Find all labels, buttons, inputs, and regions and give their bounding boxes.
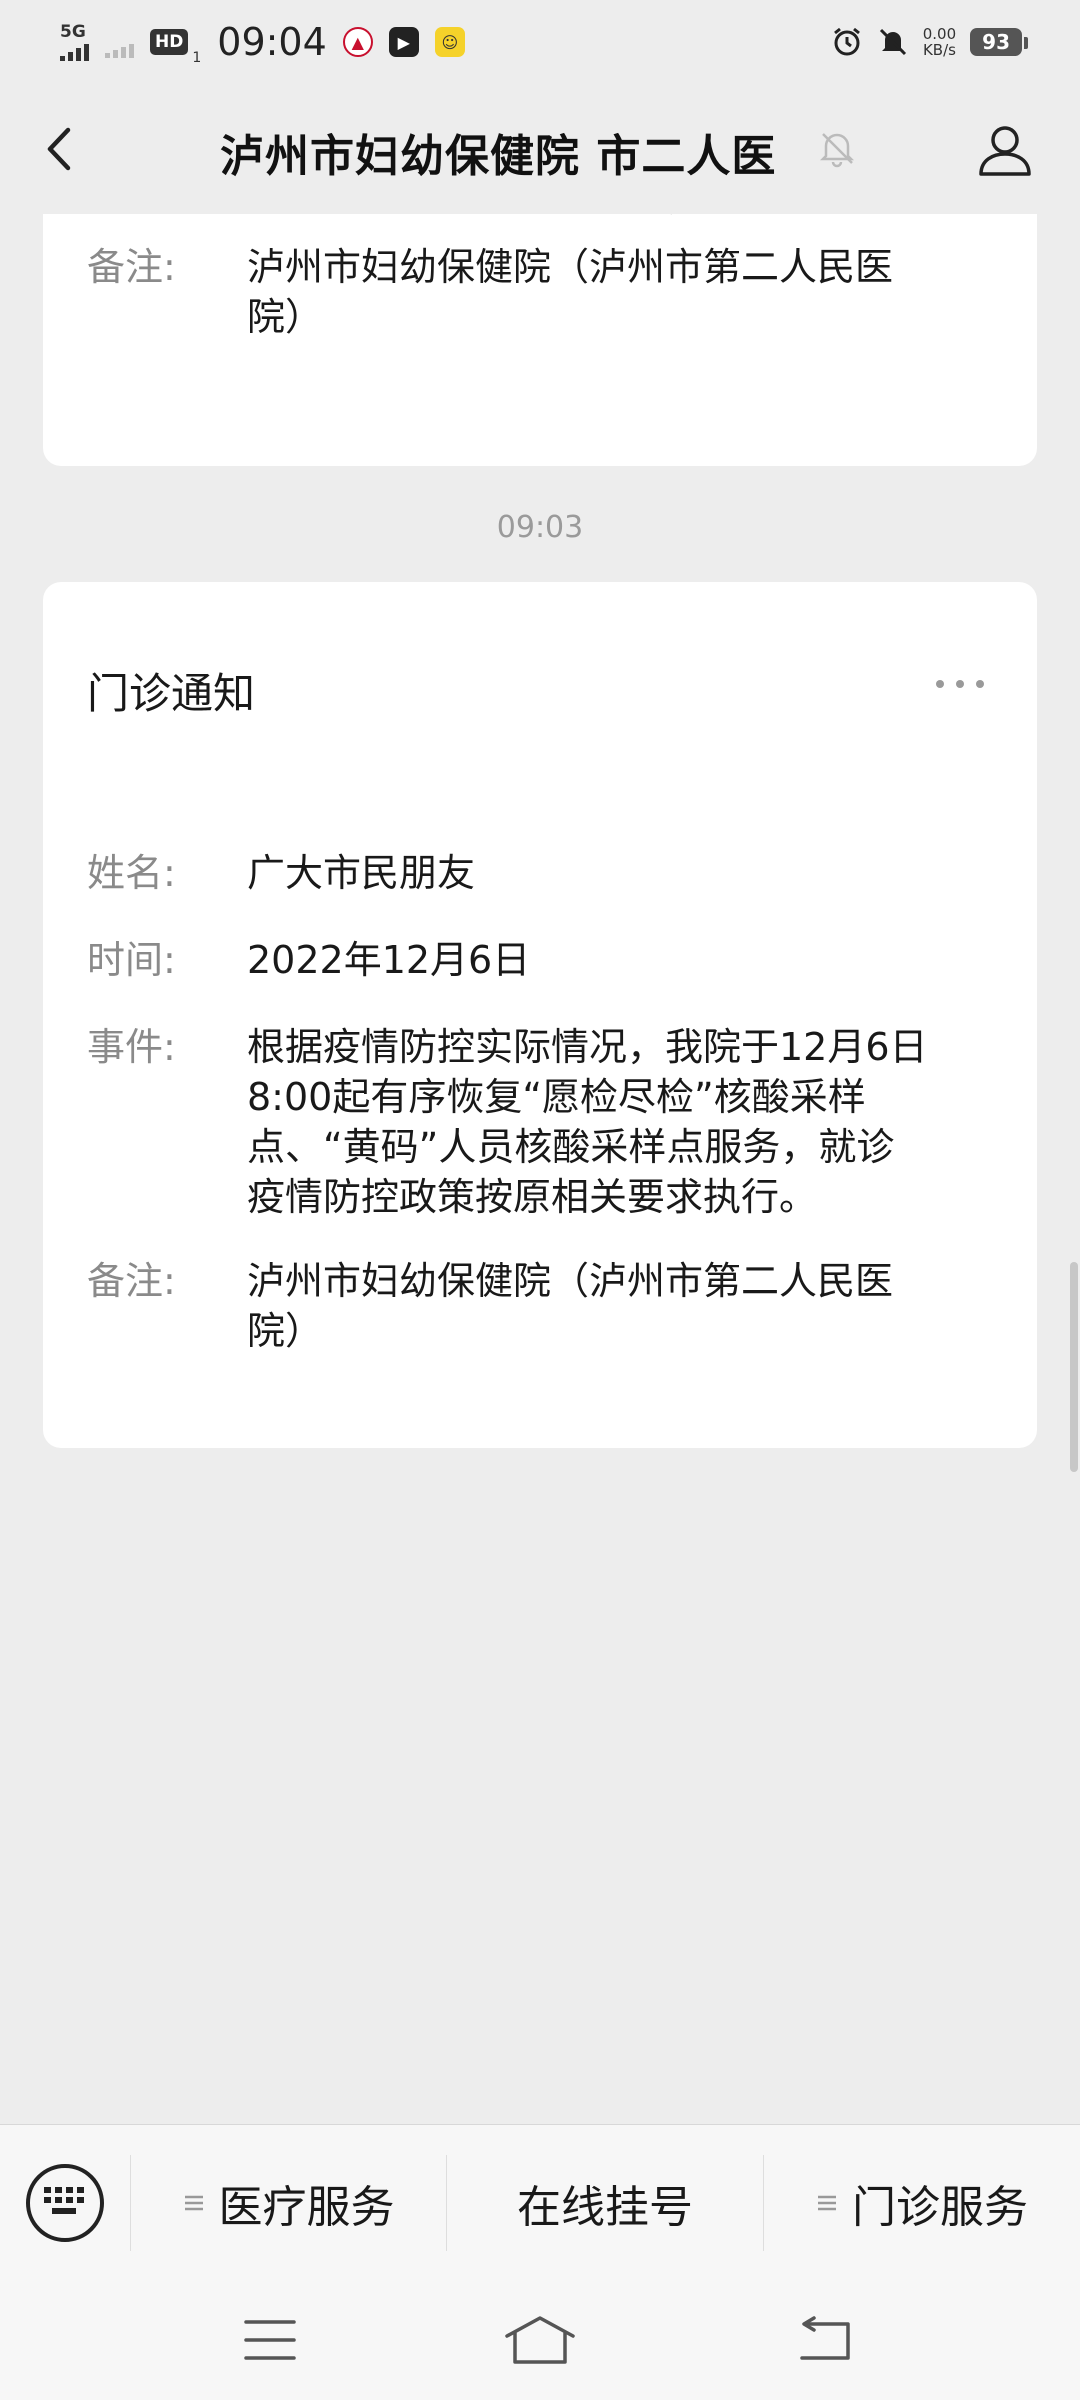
keyboard-toggle-button[interactable] bbox=[26, 2164, 104, 2242]
menu-item-outpatient-service[interactable]: 门诊服务 bbox=[764, 2125, 1080, 2281]
title-bar: 泸州市妇幼保健院 市二人医 bbox=[0, 84, 1080, 214]
signal-5g: 5G bbox=[60, 21, 89, 61]
event-line: 点、“黄码”人员核酸采样点服务，就诊 bbox=[247, 1125, 895, 1169]
event-line: 8:00起有序恢复“愿检尽检”核酸采样 bbox=[247, 1075, 866, 1119]
message-timestamp: 09:03 bbox=[496, 510, 584, 545]
note-line: 院） bbox=[247, 1309, 324, 1353]
event-value: 根据疫情防控实际情况，我院于12月6日 8:00起有序恢复“愿检尽检”核酸采样 … bbox=[247, 1022, 987, 1222]
keyboard-icon bbox=[44, 2187, 84, 2214]
submenu-lines-icon bbox=[818, 2195, 836, 2211]
back-arrow-icon[interactable] bbox=[38, 124, 88, 174]
menu-item-medical-service[interactable]: 医疗服务 bbox=[131, 2125, 446, 2281]
notice-title: 门诊通知 bbox=[87, 669, 256, 718]
bottom-menu: 医疗服务 在线挂号 门诊服务 bbox=[0, 2124, 1080, 2281]
hd-badge: HD bbox=[150, 29, 189, 55]
name-value: 广大市民朋友 bbox=[247, 851, 476, 895]
mute-icon bbox=[879, 28, 906, 56]
previous-notice-card[interactable]: 正常运行。给您带来不便，敬请谅解。 备注: 泸州市妇幼保健院（泸州市第二人民医 … bbox=[43, 214, 1037, 466]
speed-unit: KB/s bbox=[922, 41, 956, 59]
menu-nav-icon[interactable] bbox=[244, 2318, 296, 2362]
scrollbar[interactable] bbox=[1070, 1262, 1078, 1472]
time-label: 时间: bbox=[87, 938, 176, 982]
time-row: 时间: 2022年12月6日 bbox=[87, 935, 987, 985]
hd-sub: 1 bbox=[192, 50, 202, 66]
status-time: 09:04 bbox=[217, 20, 327, 64]
previous-note-label: 备注: bbox=[87, 245, 176, 289]
event-line: 疫情防控政策按原相关要求执行。 bbox=[247, 1175, 818, 1219]
menu-item-label: 门诊服务 bbox=[852, 2182, 1028, 2233]
event-row: 事件: 根据疫情防控实际情况，我院于12月6日 8:00起有序恢复“愿检尽检”核… bbox=[87, 1022, 987, 1222]
event-label: 事件: bbox=[87, 1025, 176, 1069]
menu-item-label: 在线挂号 bbox=[517, 2182, 693, 2233]
status-bar: 5G HD 1 09:04 ▲ ▶ ☺ 0.00 KB/s 93 bbox=[0, 0, 1080, 84]
note-label: 备注: bbox=[87, 1259, 176, 1303]
network-label: 5G bbox=[60, 21, 86, 42]
outpatient-notice-card[interactable]: 门诊通知 姓名: 广大市民朋友 时间: 2022年12月6日 事件: 根据疫情防… bbox=[43, 582, 1037, 1448]
menu-item-online-registration[interactable]: 在线挂号 bbox=[447, 2125, 763, 2281]
network-speed: 0.00 KB/s bbox=[923, 26, 956, 58]
previous-note-row: 备注: 泸州市妇幼保健院（泸州市第二人民医 院） bbox=[87, 242, 987, 342]
name-label: 姓名: bbox=[87, 851, 176, 895]
app-notification-icon-2: ▶ bbox=[388, 27, 419, 57]
profile-icon[interactable] bbox=[975, 120, 1035, 180]
bell-muted-icon bbox=[819, 133, 855, 168]
signal-bars-secondary-icon bbox=[105, 40, 134, 58]
battery-level: 93 bbox=[970, 28, 1028, 56]
event-line: 根据疫情防控实际情况，我院于12月6日 bbox=[247, 1025, 928, 1069]
home-nav-icon[interactable] bbox=[503, 2314, 577, 2366]
menu-item-label: 医疗服务 bbox=[218, 2182, 395, 2233]
note-value: 泸州市妇幼保健院（泸州市第二人民医 院） bbox=[247, 1256, 987, 1356]
previous-note-line: 泸州市妇幼保健院（泸州市第二人民医 bbox=[247, 245, 894, 289]
note-row: 备注: 泸州市妇幼保健院（泸州市第二人民医 院） bbox=[87, 1256, 987, 1356]
previous-event-tail: 正常运行。给您带来不便，敬请谅解。 bbox=[247, 214, 893, 222]
chat-title: 泸州市妇幼保健院 市二人医 bbox=[220, 131, 777, 182]
app-notification-icon: ▲ bbox=[342, 27, 373, 57]
chat-area[interactable]: 正常运行。给您带来不便，敬请谅解。 备注: 泸州市妇幼保健院（泸州市第二人民医 … bbox=[0, 214, 1080, 2124]
alarm-icon bbox=[833, 27, 860, 56]
previous-note-value: 泸州市妇幼保健院（泸州市第二人民医 院） bbox=[247, 242, 987, 342]
note-line: 泸州市妇幼保健院（泸州市第二人民医 bbox=[247, 1259, 894, 1303]
system-navigation-bar bbox=[0, 2280, 1080, 2400]
app-notification-icon-3: ☺ bbox=[434, 27, 465, 57]
speed-value: 0.00 bbox=[922, 25, 957, 43]
back-nav-icon[interactable] bbox=[796, 2316, 852, 2364]
time-value: 2022年12月6日 bbox=[247, 938, 531, 982]
submenu-lines-icon bbox=[184, 2195, 203, 2211]
signal-bars-icon bbox=[60, 43, 89, 61]
name-row: 姓名: 广大市民朋友 bbox=[87, 848, 987, 898]
more-dots-icon[interactable] bbox=[933, 676, 987, 692]
previous-note-line: 院） bbox=[247, 295, 324, 339]
